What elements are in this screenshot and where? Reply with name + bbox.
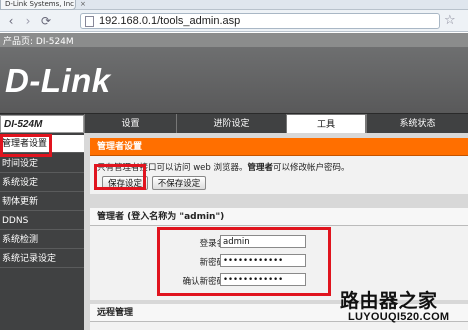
bookmark-star-icon[interactable]: ☆: [444, 13, 456, 28]
confirm-password-input[interactable]: [220, 273, 306, 286]
tab-advanced[interactable]: 进阶设定: [176, 114, 286, 134]
sidebar: 管理者设置 时间设定 系统设定 韧体更新 DDNS 系统检测 系统记录设定: [0, 133, 84, 330]
top-nav: DI-524M 设置 进阶设定 工具 系统状态: [0, 113, 468, 134]
sidebar-item-admin[interactable]: 管理者设置: [0, 135, 84, 153]
browser-tab-title: D-Link Systems, Inc: [5, 0, 75, 8]
save-settings-button[interactable]: 保存设定: [102, 176, 148, 190]
dlink-logo: D-Link: [5, 62, 111, 99]
desc-prefix: 只有管理者接口可以访问 web 浏览器。: [97, 163, 248, 173]
new-password-input[interactable]: [220, 254, 306, 267]
reload-icon[interactable]: ⟳: [39, 14, 53, 28]
tab-tools[interactable]: 工具: [286, 114, 366, 134]
dont-save-button[interactable]: 不保存设定: [152, 176, 206, 190]
model-badge: DI-524M: [0, 115, 84, 133]
browser-tab[interactable]: D-Link Systems, Inc: [0, 0, 76, 10]
watermark-url: LUYOUQI520.COM: [348, 311, 450, 323]
sidebar-item-diagnostics[interactable]: 系统检测: [0, 231, 84, 249]
watermark: 路由器之家 LUYOUQI520.COM: [330, 284, 468, 330]
admin-settings-panel: 管理者设置 只有管理者接口可以访问 web 浏览器。管理者可以修改帐户密码。 保…: [90, 138, 468, 194]
page-icon: [85, 16, 94, 27]
address-bar-area: ‹ › ⟳ 192.168.0.1/tools_admin.asp ☆: [0, 10, 468, 32]
sidebar-item-time[interactable]: 时间设定: [0, 155, 84, 173]
brand-banner: D-Link: [0, 47, 468, 113]
sidebar-item-firmware[interactable]: 韧体更新: [0, 193, 84, 211]
url-input[interactable]: 192.168.0.1/tools_admin.asp: [80, 13, 440, 29]
sidebar-item-ddns[interactable]: DDNS: [0, 212, 84, 230]
sidebar-item-system[interactable]: 系统设定: [0, 174, 84, 192]
admin-description: 只有管理者接口可以访问 web 浏览器。管理者可以修改帐户密码。: [97, 161, 350, 173]
tab-setup[interactable]: 设置: [84, 114, 176, 134]
desc-suffix: 可以修改帐户密码。: [273, 163, 350, 173]
tab-close-icon[interactable]: ×: [80, 0, 86, 8]
product-strip: 产品页: DI-524M: [0, 33, 468, 47]
model-label: DI-524M: [4, 119, 43, 130]
product-page-label: 产品页: DI-524M: [3, 37, 74, 47]
admin-settings-title: 管理者设置: [90, 138, 468, 156]
tab-status[interactable]: 系统状态: [366, 114, 468, 134]
admin-account-title: 管理者 (登入名称为 "admin"): [90, 208, 468, 226]
back-arrow-icon[interactable]: ‹: [4, 14, 18, 28]
desc-bold: 管理者: [247, 163, 273, 173]
login-name-input[interactable]: [220, 235, 306, 248]
browser-tab-bar: D-Link Systems, Inc ×: [0, 0, 468, 10]
forward-arrow-icon[interactable]: ›: [21, 14, 35, 28]
url-text: 192.168.0.1/tools_admin.asp: [99, 15, 241, 27]
watermark-cn: 路由器之家: [340, 290, 438, 312]
sidebar-item-log-settings[interactable]: 系统记录设定: [0, 250, 84, 268]
